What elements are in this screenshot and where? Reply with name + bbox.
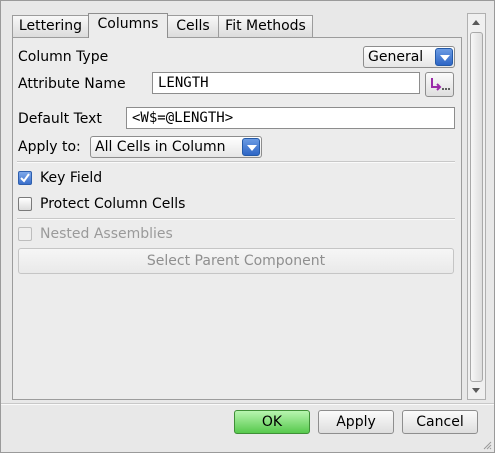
key-field-checkbox[interactable]	[18, 171, 32, 185]
scroll-up-icon[interactable]	[469, 16, 484, 30]
apply-to-select[interactable]: All Cells in Column	[90, 136, 262, 158]
apply-to-value: All Cells in Column	[95, 139, 226, 155]
resize-grip-icon[interactable]	[482, 440, 492, 450]
attribute-name-field[interactable]: LENGTH	[152, 72, 420, 94]
dialog-window: Lettering Columns Cells Fit Methods Colu…	[0, 0, 495, 453]
tab-lettering[interactable]: Lettering	[12, 15, 89, 37]
chevron-down-icon	[242, 138, 260, 156]
scrollbar-thumb[interactable]	[470, 32, 483, 382]
default-text-label: Default Text	[18, 111, 102, 127]
default-text-field[interactable]: <W$=@LENGTH>	[126, 107, 455, 129]
protect-cells-label: Protect Column Cells	[40, 196, 186, 212]
protect-cells-checkbox[interactable]	[18, 197, 32, 211]
separator	[17, 161, 455, 163]
footer-separator	[1, 403, 494, 405]
column-type-value: General	[368, 49, 424, 65]
attribute-picker-icon	[431, 78, 450, 91]
column-type-label: Column Type	[18, 49, 109, 65]
scroll-down-icon[interactable]	[469, 383, 484, 397]
apply-to-label: Apply to:	[18, 139, 81, 155]
key-field-label: Key Field	[40, 170, 103, 186]
column-type-select[interactable]: General	[363, 46, 455, 68]
apply-button[interactable]: Apply	[318, 410, 394, 434]
ok-button[interactable]: OK	[234, 410, 310, 434]
checkmark-icon	[20, 173, 30, 183]
cancel-button[interactable]: Cancel	[402, 410, 478, 434]
select-parent-button[interactable]: Select Parent Component	[18, 248, 454, 274]
attribute-name-label: Attribute Name	[18, 76, 126, 92]
tab-cells[interactable]: Cells	[167, 15, 219, 37]
attribute-picker-button[interactable]	[425, 72, 454, 97]
columns-panel: Column Type General Attribute Name LENGT…	[12, 37, 462, 400]
tab-columns[interactable]: Columns	[88, 13, 168, 38]
tab-fit-methods[interactable]: Fit Methods	[218, 15, 313, 37]
nested-assemblies-label: Nested Assemblies	[40, 226, 173, 242]
vertical-scrollbar[interactable]	[467, 13, 486, 400]
separator	[17, 218, 455, 220]
nested-assemblies-checkbox[interactable]	[18, 227, 32, 241]
chevron-down-icon	[435, 48, 453, 66]
